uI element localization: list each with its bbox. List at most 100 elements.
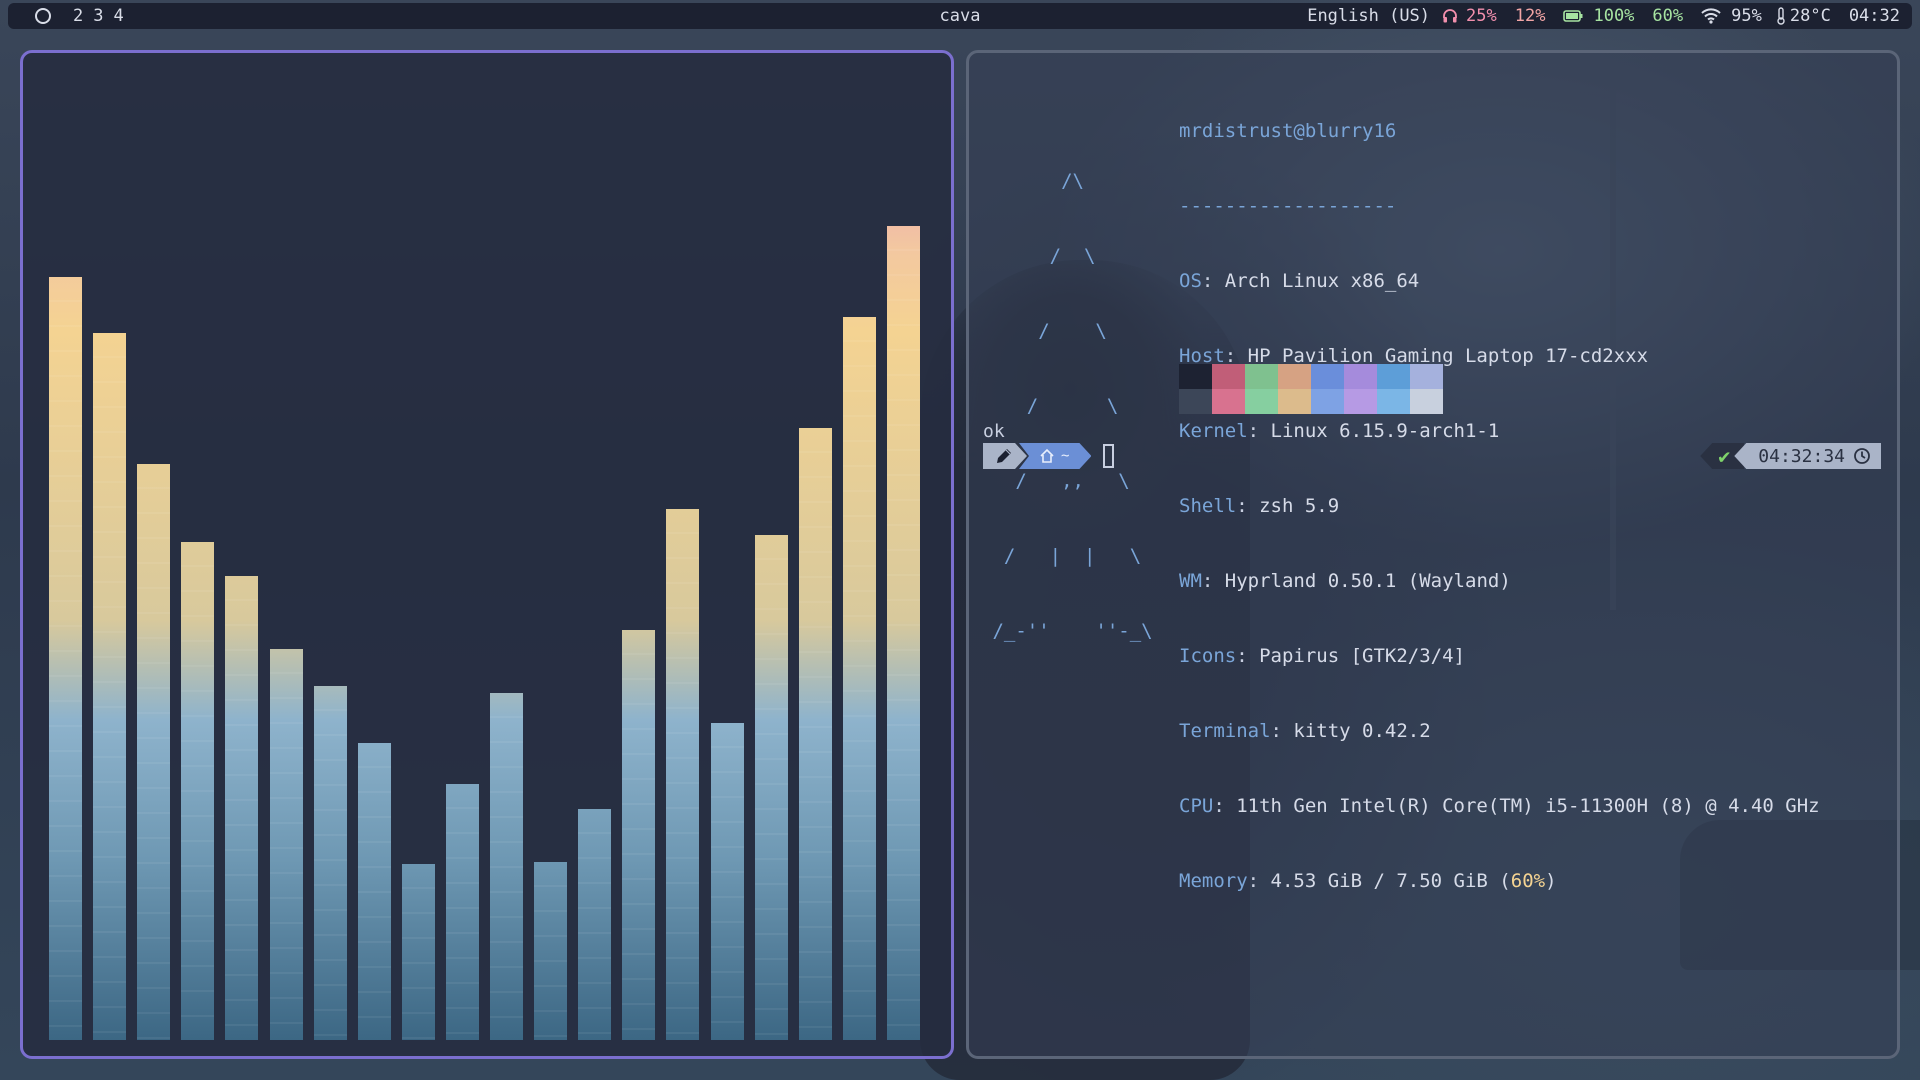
headphones-icon	[1443, 9, 1457, 23]
temperature-value: 28°C	[1789, 6, 1831, 26]
prompt-time-segment: 04:32:34	[1734, 443, 1881, 469]
cava-bar	[887, 226, 920, 1040]
checkmark-icon: ✔	[1718, 444, 1731, 468]
terminal-cursor[interactable]	[1103, 444, 1115, 468]
prompt-time: 04:32:34	[1758, 445, 1845, 467]
info-row-icons: Icons: Papirus [GTK2/3/4]	[1179, 645, 1465, 667]
battery-value: 100%	[1593, 6, 1635, 26]
info-value: 11th Gen Intel(R) Core(TM) i5-11300H (8)…	[1236, 795, 1820, 817]
memory-percent: 60%	[1510, 870, 1546, 892]
logo-line: / ,, \	[981, 470, 1130, 492]
clock-icon	[1854, 448, 1870, 464]
cava-window[interactable]	[20, 50, 954, 1059]
logo-line: /\	[981, 170, 1084, 192]
info-key: Shell	[1179, 495, 1237, 517]
info-separator: -------------------	[1179, 195, 1397, 217]
info-key: Terminal	[1179, 720, 1271, 742]
info-value: )	[1545, 870, 1557, 892]
palette-swatch	[1410, 389, 1443, 414]
info-value: 4.53 GiB / 7.50 GiB (	[1270, 870, 1511, 892]
home-icon	[1039, 448, 1055, 464]
info-key: Memory	[1179, 870, 1248, 892]
terminal-window[interactable]: /\ / \ / \ / \ / ,, \ / | | \ /_-'' ''-_…	[966, 50, 1900, 1059]
palette-swatch	[1377, 389, 1410, 414]
cava-bar	[402, 864, 435, 1040]
prompt-dir-segment: ~	[1019, 443, 1091, 469]
palette-swatch	[1278, 364, 1311, 389]
keyboard-layout[interactable]: English (US)	[1307, 6, 1430, 26]
cava-bar	[225, 576, 258, 1040]
cava-visualizer	[23, 53, 951, 1056]
palette-swatch	[1410, 364, 1443, 389]
info-value: Linux 6.15.9-arch1-1	[1270, 420, 1500, 442]
prompt-dir: ~	[1061, 448, 1070, 464]
cava-bar	[446, 784, 479, 1040]
palette-swatch	[1212, 389, 1245, 414]
info-row-terminal: Terminal: kitty 0.42.2	[1179, 720, 1431, 742]
terminal-content: /\ / \ / \ / \ / ,, \ / | | \ /_-'' ''-_…	[969, 53, 1897, 1056]
palette-swatch	[1344, 364, 1377, 389]
battery-icon	[1563, 10, 1583, 22]
info-value: kitty 0.42.2	[1293, 720, 1431, 742]
cava-bar	[358, 743, 391, 1040]
battery-module[interactable]: 100%	[1563, 6, 1634, 26]
info-value: Papirus [GTK2/3/4]	[1259, 645, 1465, 667]
pencil-icon	[995, 447, 1013, 465]
palette-swatch	[1179, 389, 1212, 414]
info-key: WM	[1179, 570, 1202, 592]
info-key: CPU	[1179, 795, 1214, 817]
volume-value: 25%	[1466, 6, 1497, 26]
info-row-kernel: Kernel: Linux 6.15.9-arch1-1	[1179, 420, 1500, 442]
cava-bar	[755, 535, 788, 1040]
status-area: English (US) 25% 12% 100% 60% 95% 28°C 0…	[1307, 3, 1900, 29]
brightness-value[interactable]: 12%	[1515, 6, 1546, 26]
clock[interactable]: 04:32	[1849, 6, 1900, 26]
prompt-edit-segment	[983, 443, 1027, 469]
cava-bar	[666, 509, 699, 1040]
palette-swatch	[1311, 364, 1344, 389]
logo-line: / \	[981, 320, 1107, 342]
logo-line: / \	[981, 395, 1119, 417]
info-key: OS	[1179, 270, 1202, 292]
window-title: cava	[939, 6, 981, 26]
battery-extra-value[interactable]: 60%	[1652, 6, 1683, 26]
info-row-memory: Memory: 4.53 GiB / 7.50 GiB (60%)	[1179, 870, 1557, 892]
cava-bar	[93, 333, 126, 1040]
palette-swatch	[1179, 364, 1212, 389]
palette-swatch	[1245, 389, 1278, 414]
palette-swatch	[1212, 364, 1245, 389]
workspace-3[interactable]: 3	[93, 6, 103, 26]
cava-bar	[843, 317, 876, 1040]
workspace-4[interactable]: 4	[114, 6, 124, 26]
logo-line: / | | \	[981, 545, 1142, 567]
cava-bar	[490, 693, 523, 1040]
workspaces: 2 3 4	[8, 6, 124, 26]
temperature-module[interactable]: 28°C	[1776, 6, 1831, 26]
volume-module[interactable]: 25%	[1442, 6, 1497, 26]
logo-line: /_-'' ''-_\	[981, 620, 1153, 642]
cava-bar	[270, 649, 303, 1040]
palette-swatch	[1311, 389, 1344, 414]
palette-swatch	[1344, 389, 1377, 414]
wifi-value: 95%	[1731, 6, 1762, 26]
info-key: Icons	[1179, 645, 1237, 667]
arch-logo: /\ / \ / \ / \ / ,, \ / | | \ /_-'' ''-_…	[981, 119, 1153, 694]
cava-bar	[799, 428, 832, 1040]
workspace-active-indicator[interactable]	[35, 8, 51, 24]
wifi-icon	[1701, 8, 1721, 24]
info-row-shell: Shell: zsh 5.9	[1179, 495, 1340, 517]
palette-swatch	[1245, 364, 1278, 389]
info-value: Arch Linux x86_64	[1224, 270, 1420, 292]
wifi-module[interactable]: 95%	[1701, 6, 1762, 26]
cava-bar	[137, 464, 170, 1040]
info-value: Hyprland 0.50.1 (Wayland)	[1224, 570, 1511, 592]
info-value: zsh 5.9	[1259, 495, 1340, 517]
cava-bar	[49, 277, 82, 1040]
cava-bar	[578, 809, 611, 1040]
info-row-os: OS: Arch Linux x86_64	[1179, 270, 1420, 292]
cava-bar	[711, 723, 744, 1040]
info-row-wm: WM: Hyprland 0.50.1 (Wayland)	[1179, 570, 1511, 592]
cava-bar	[534, 862, 567, 1040]
workspace-2[interactable]: 2	[73, 6, 83, 26]
thermometer-icon	[1777, 7, 1785, 25]
